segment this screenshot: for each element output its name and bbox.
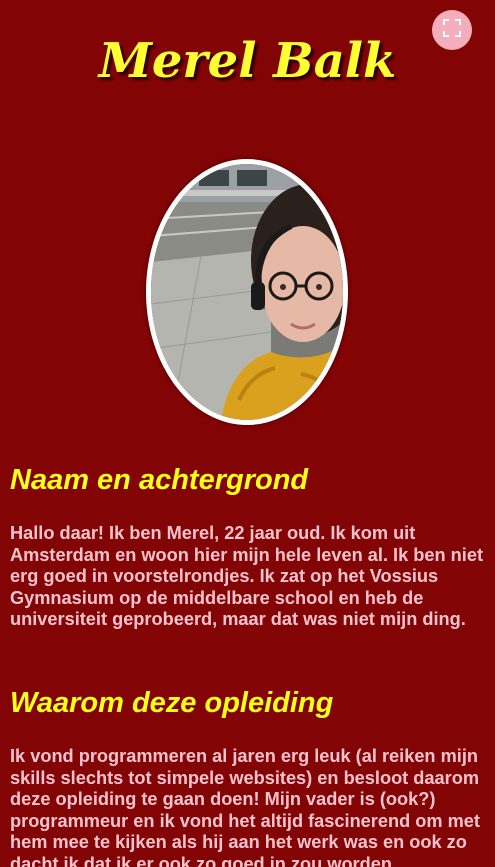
section-text-motivation: Ik vond programmeren al jaren erg leuk (… <box>10 746 480 867</box>
section-text-background: Hallo daar! Ik ben Merel, 22 jaar oud. I… <box>10 523 483 630</box>
site-title: Merel Balk <box>98 33 397 89</box>
section-heading-background: Naam en achtergrond <box>10 464 309 496</box>
section-heading-motivation: Waarom deze opleiding <box>10 687 334 719</box>
profile-photo <box>146 159 348 425</box>
profile-photo-image <box>151 164 343 420</box>
